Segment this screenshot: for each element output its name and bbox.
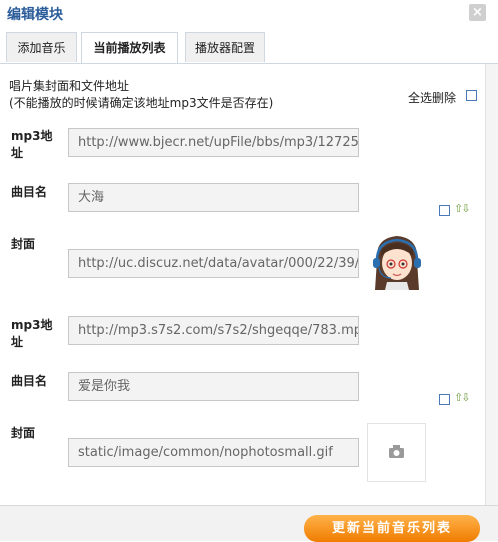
- tab-bar: 添加音乐 当前播放列表 播放器配置: [0, 27, 498, 64]
- mp3-url-label: mp3地 址: [11, 129, 53, 160]
- track-2-select-checkbox[interactable]: [439, 394, 450, 405]
- tab-player-config[interactable]: 播放器配置: [185, 32, 265, 62]
- close-icon[interactable]: ×: [469, 4, 486, 21]
- track-2-move-arrows-icon[interactable]: ⇧⇩: [454, 391, 471, 404]
- description-line2: (不能播放的时候请确定该地址mp3文件是否存在): [9, 96, 274, 110]
- track-title-label: 曲目名: [11, 185, 48, 199]
- select-all-delete-label: 全选删除: [408, 91, 457, 105]
- mp3-url-label: mp3地 址: [11, 318, 53, 349]
- dialog-title: 编辑模块: [7, 7, 63, 23]
- avatar-girl-headphones-icon: [367, 230, 427, 294]
- cover-label: 封面: [11, 426, 36, 440]
- select-all-delete-checkbox[interactable]: [466, 90, 477, 101]
- cover-label: 封面: [11, 237, 36, 251]
- track-2-cover-url-input[interactable]: static/image/common/nophotosmall.gif: [68, 438, 359, 467]
- no-photo-thumbnail: [367, 423, 426, 482]
- tab-add-music[interactable]: 添加音乐: [6, 32, 77, 62]
- track-1-title-input[interactable]: 大海: [68, 183, 359, 212]
- track-1-mp3-url-input[interactable]: http://www.bjecr.net/upFile/bbs/mp3/1272…: [68, 128, 359, 157]
- update-playlist-button[interactable]: 更新当前音乐列表: [304, 515, 480, 542]
- scrollbar[interactable]: [485, 64, 498, 505]
- dialog-titlebar: 编辑模块 ×: [0, 0, 498, 26]
- track-title-label: 曲目名: [11, 374, 48, 388]
- track-2-mp3-url-input[interactable]: http://mp3.s7s2.com/s7s2/shgeqqe/783.mp3: [68, 316, 359, 345]
- track-1-move-arrows-icon[interactable]: ⇧⇩: [454, 202, 471, 215]
- description-line1: 唱片集封面和文件地址: [9, 79, 130, 93]
- playlist-description: 唱片集封面和文件地址 (不能播放的时候请确定该地址mp3文件是否存在): [9, 78, 273, 112]
- camera-icon: [389, 445, 404, 458]
- tab-current-playlist[interactable]: 当前播放列表: [81, 32, 178, 63]
- track-2-title-input[interactable]: 爱是你我: [68, 372, 359, 401]
- track-1-select-checkbox[interactable]: [439, 205, 450, 216]
- track-1-cover-url-input[interactable]: http://uc.discuz.net/data/avatar/000/22/…: [68, 249, 359, 278]
